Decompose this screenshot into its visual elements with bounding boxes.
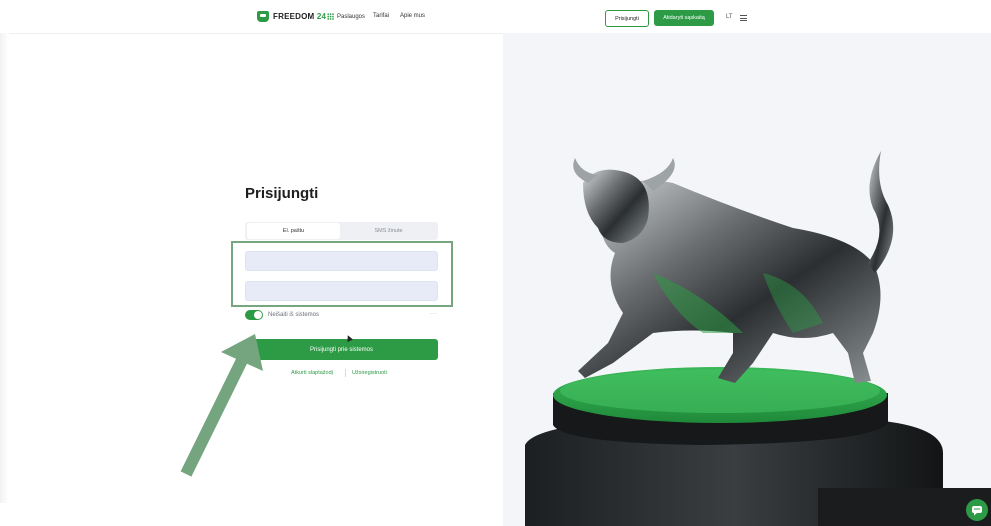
bull-statue-illustration (525, 151, 991, 526)
chat-button[interactable] (966, 499, 988, 521)
chat-bubble-icon (972, 506, 982, 516)
